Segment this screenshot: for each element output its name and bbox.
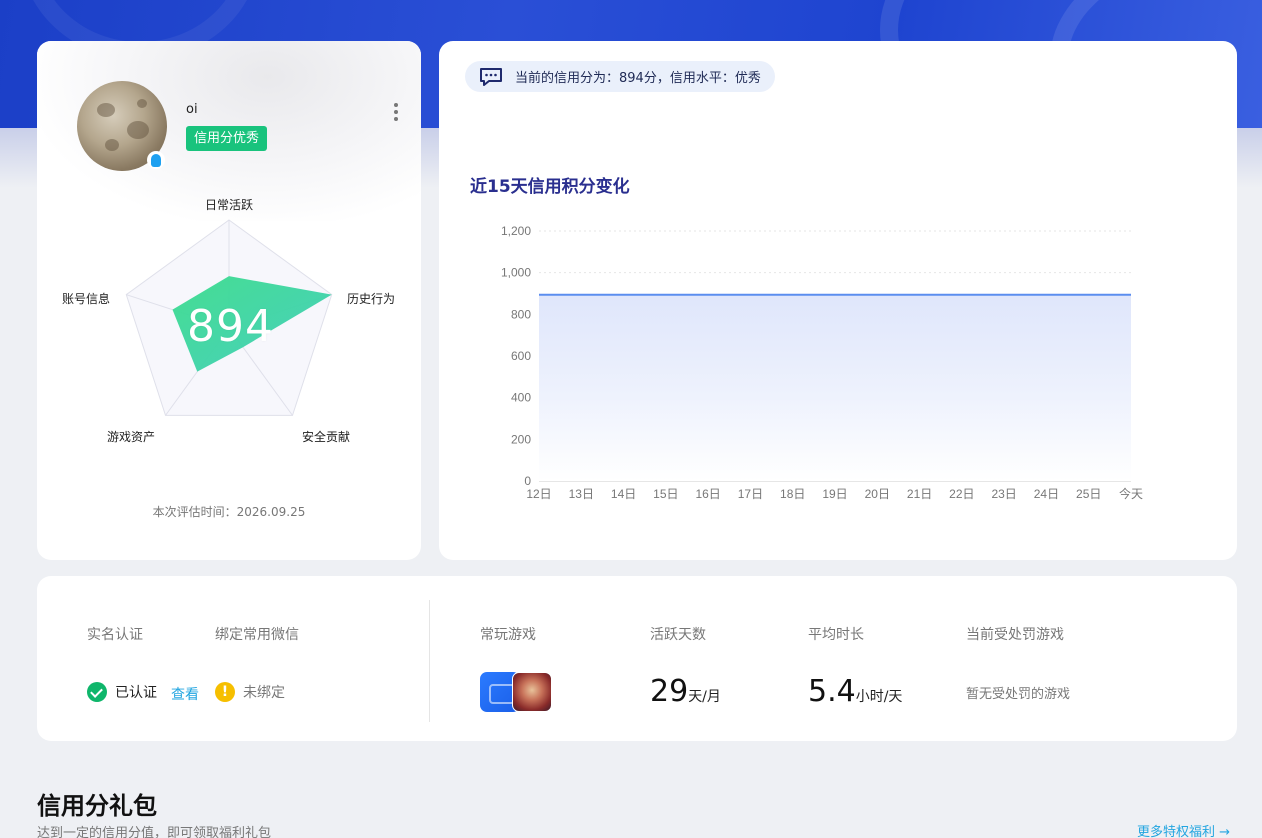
y-tick-label: 400 [511, 391, 531, 405]
y-tick-label: 600 [511, 349, 531, 363]
x-tick-label: 13日 [569, 487, 594, 501]
credit-line-chart: 0 200 400 600 800 1,000 1,200 12日 13日 14日 15日 16日 17… [501, 224, 1143, 501]
verified-status: 已认证 [87, 682, 157, 702]
credit-chart-card: 当前的信用分为：894分，信用水平：优秀 近15天信用积分变化 0 200 400 6… [439, 41, 1237, 560]
chart-title: 近15天信用积分变化 [470, 177, 630, 197]
x-tick-label: 23日 [991, 487, 1016, 501]
verified-text: 已认证 [115, 685, 157, 701]
check-icon [87, 682, 107, 702]
credit-score: 894 [187, 301, 274, 352]
account-info-card: 实名认证 绑定常用微信 已认证 查看 ! 未绑定 常玩游戏 活跃天数 平均时长 … [37, 576, 1237, 741]
divider [429, 600, 430, 722]
x-tick-label: 17日 [738, 487, 763, 501]
x-tick-label: 19日 [822, 487, 847, 501]
x-tick-label: 20日 [865, 487, 890, 501]
username: oi [186, 102, 198, 117]
radar-label-account-info: 账号信息 [62, 292, 111, 306]
chat-icon [480, 67, 502, 86]
y-tick-label: 1,200 [501, 224, 531, 238]
radar-label-game-assets: 游戏资产 [107, 430, 156, 444]
x-tick-label: 今天 [1119, 486, 1143, 501]
active-days-label: 活跃天数 [650, 627, 706, 643]
penalty-label: 当前受处罚游戏 [966, 627, 1064, 643]
x-tick-label: 18日 [780, 487, 805, 501]
more-options-icon[interactable] [391, 103, 401, 125]
wechat-label: 绑定常用微信 [215, 627, 299, 643]
x-tick-label: 21日 [907, 487, 932, 501]
avg-time-number: 5.4 [808, 674, 856, 709]
warning-icon: ! [215, 682, 235, 702]
credit-status-text: 当前的信用分为：894分，信用水平：优秀 [515, 71, 761, 86]
games-label: 常玩游戏 [480, 627, 536, 643]
evaluation-time: 本次评估时间：2026.09.25 [152, 505, 306, 519]
series-area [539, 294, 1131, 481]
radar-label-daily-activity: 日常活跃 [205, 198, 254, 212]
x-tick-label: 22日 [949, 487, 974, 501]
x-tick-label: 24日 [1034, 487, 1059, 501]
gift-section-title: 信用分礼包 [37, 792, 157, 820]
real-name-label: 实名认证 [87, 627, 143, 643]
radar-label-security-contribution: 安全贡献 [302, 430, 351, 444]
x-tick-label: 16日 [695, 487, 720, 501]
y-tick-label: 200 [511, 432, 531, 446]
x-tick-label: 12日 [526, 487, 551, 501]
profile-card: oi 信用分优秀 日常活跃 历史行为 安全贡献 游戏资产 账号信息 894 本次… [37, 41, 421, 560]
x-tick-label: 14日 [611, 487, 636, 501]
active-days-unit: 天/月 [688, 689, 721, 705]
avg-time-value: 5.4小时/天 [808, 674, 902, 709]
y-tick-label: 1,000 [501, 266, 531, 280]
unbound-text: 未绑定 [243, 685, 285, 701]
game-icon[interactable] [512, 672, 552, 712]
x-tick-label: 25日 [1076, 487, 1101, 501]
view-verification-link[interactable]: 查看 [171, 684, 199, 704]
avg-time-label: 平均时长 [808, 627, 864, 643]
credit-level-badge: 信用分优秀 [186, 126, 268, 151]
radar-label-history-behavior: 历史行为 [347, 292, 396, 306]
frequent-games[interactable] [480, 672, 552, 712]
active-days-number: 29 [650, 674, 689, 709]
y-tick-label: 800 [511, 307, 531, 321]
qq-icon [147, 151, 165, 169]
wechat-unbound-status[interactable]: ! 未绑定 [215, 682, 285, 702]
more-privileges-link[interactable]: 更多特权福利 → [1137, 821, 1230, 838]
y-tick-label: 0 [524, 474, 531, 488]
penalty-value: 暂无受处罚的游戏 [966, 687, 1071, 702]
x-tick-label: 15日 [653, 487, 678, 501]
credit-status-pill: 当前的信用分为：894分，信用水平：优秀 [465, 61, 775, 92]
active-days-value: 29天/月 [650, 674, 721, 709]
avg-time-unit: 小时/天 [855, 689, 903, 705]
gift-section-subtitle: 达到一定的信用分值，即可领取福利礼包 [37, 826, 272, 838]
